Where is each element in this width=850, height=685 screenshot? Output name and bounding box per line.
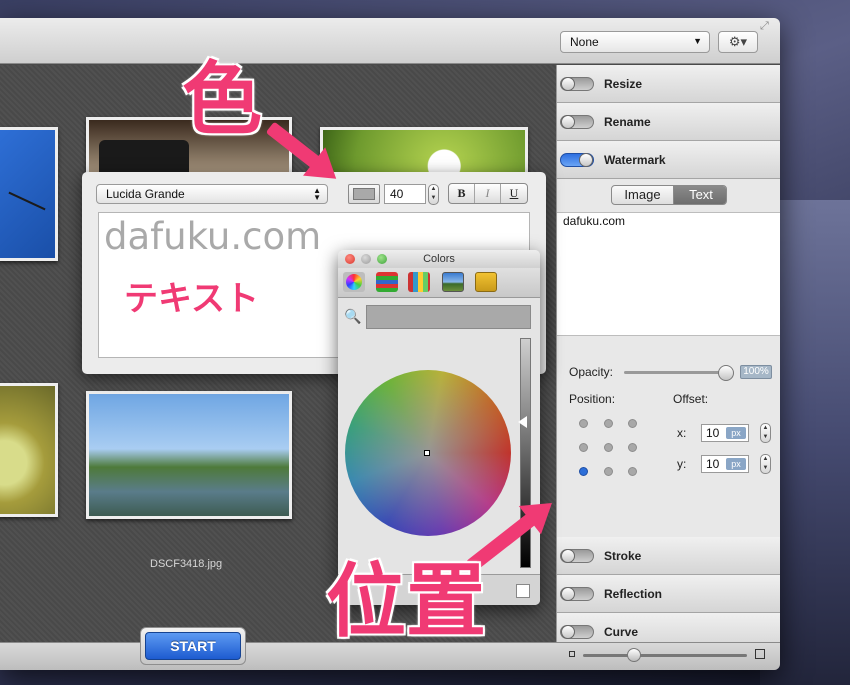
image-palettes-tab-icon[interactable] [442, 272, 464, 292]
font-size-stepper[interactable]: ▲ ▼ [428, 184, 439, 205]
thumbnail-filename: DSCF3418.jpg [150, 558, 223, 570]
section-label: Reflection [604, 587, 663, 601]
stroke-toggle[interactable] [560, 549, 594, 563]
opacity-slider[interactable] [624, 365, 734, 381]
text-annotation: テキスト [124, 279, 259, 319]
section-rename[interactable]: Rename [557, 103, 780, 141]
thumbnail-size-slider[interactable] [569, 648, 767, 662]
brightness-knob[interactable] [518, 416, 527, 428]
preset-value: None [570, 35, 599, 49]
toggle-knob [579, 153, 593, 167]
position-top-left[interactable] [579, 419, 588, 428]
color-wheel-tab-icon[interactable] [343, 272, 365, 292]
gear-icon: ⚙▾ [728, 34, 748, 49]
opacity-label: Opacity: [569, 365, 614, 379]
position-top-center[interactable] [604, 419, 613, 428]
gear-menu-button[interactable]: ⚙▾ [718, 31, 758, 53]
chevron-down-icon: ▼ [693, 36, 702, 46]
watermark-toggle[interactable] [560, 153, 594, 167]
colors-mode-tabs [338, 268, 540, 298]
toggle-knob [561, 77, 575, 91]
watermark-mode-control: Image Text [611, 185, 727, 205]
resize-toggle[interactable] [560, 77, 594, 91]
offset-label: Offset: [673, 392, 709, 406]
text-style-buttons: B I U [448, 183, 528, 204]
toggle-knob [561, 625, 575, 639]
slider-knob[interactable] [718, 365, 734, 381]
colors-title: Colors [423, 253, 455, 265]
color-annotation: 色 [182, 53, 262, 146]
mode-text-button[interactable]: Text [674, 186, 726, 204]
font-family-dropdown[interactable]: Lucida Grande ▲ ▼ [96, 184, 328, 204]
position-center[interactable] [604, 443, 613, 452]
thumbnail-image[interactable] [0, 383, 58, 517]
offset-x-label: x: [677, 426, 687, 440]
colors-titlebar[interactable]: Colors [338, 250, 540, 268]
preview-text: dafuku.com [104, 215, 322, 258]
toggle-knob [561, 549, 575, 563]
position-middle-left[interactable] [579, 443, 588, 452]
offset-x-stepper[interactable]: ▲ ▼ [760, 423, 771, 443]
offset-unit-badge: px [726, 427, 746, 439]
text-color-well[interactable] [348, 184, 380, 204]
start-button[interactable]: START [145, 632, 241, 660]
current-color-bar[interactable] [366, 305, 531, 329]
position-label: Position: [569, 392, 616, 406]
magnifier-icon[interactable]: 🔍 [344, 308, 361, 324]
section-label: Stroke [604, 549, 642, 563]
color-swatch[interactable] [516, 584, 530, 598]
section-stroke[interactable]: Stroke [557, 537, 780, 575]
bold-button[interactable]: B [449, 184, 475, 203]
position-bottom-left[interactable] [579, 467, 588, 476]
position-middle-right[interactable] [628, 443, 637, 452]
offset-y-input[interactable]: 10 px [701, 455, 749, 473]
offset-y-value: 10 [706, 457, 720, 471]
fullscreen-icon[interactable]: ⤢ [760, 20, 769, 33]
watermark-settings: Image Text dafuku.com Opacity: 100% Posi… [557, 179, 780, 521]
color-swatch [353, 188, 375, 200]
rename-toggle[interactable] [560, 115, 594, 129]
position-annotation: 位置 [326, 555, 486, 648]
section-label: Curve [604, 625, 639, 639]
color-palettes-tab-icon[interactable] [408, 272, 430, 292]
slider-knob[interactable] [627, 648, 641, 662]
thumbnail-image[interactable] [86, 391, 292, 519]
preset-dropdown[interactable]: None ▼ [560, 31, 710, 53]
section-label: Resize [604, 77, 643, 91]
position-bottom-right[interactable] [628, 467, 637, 476]
italic-button[interactable]: I [475, 184, 501, 203]
offset-x-input[interactable]: 10 px [701, 424, 749, 442]
section-label: Watermark [604, 153, 666, 167]
section-label: Rename [604, 115, 651, 129]
slider-track[interactable] [583, 654, 747, 657]
font-size-input[interactable]: 40 [384, 184, 426, 204]
thumbnail-image[interactable] [0, 127, 58, 261]
toggle-knob [561, 115, 575, 129]
offset-y-stepper[interactable]: ▲ ▼ [760, 454, 771, 474]
small-size-icon [569, 651, 575, 657]
curve-toggle[interactable] [560, 625, 594, 639]
color-wheel-cursor[interactable] [424, 450, 430, 456]
color-sliders-tab-icon[interactable] [376, 272, 398, 292]
underline-button[interactable]: U [501, 184, 527, 203]
settings-sidebar: Resize Rename Watermark Image Text dafuk… [556, 65, 780, 651]
toolbar: None ▼ ⚙▾ ⤢ [0, 18, 780, 64]
offset-unit-badge: px [726, 458, 746, 470]
pencils-tab-icon[interactable] [475, 272, 497, 292]
offset-x-value: 10 [706, 426, 720, 440]
watermark-text-field[interactable]: dafuku.com [557, 212, 780, 336]
section-watermark[interactable]: Watermark [557, 141, 780, 179]
reflection-toggle[interactable] [560, 587, 594, 601]
position-bottom-center[interactable] [604, 467, 613, 476]
toggle-knob [561, 587, 575, 601]
opacity-value: 100% [740, 365, 772, 379]
mode-image-button[interactable]: Image [612, 186, 674, 204]
position-top-right[interactable] [628, 419, 637, 428]
large-size-icon [755, 649, 765, 659]
start-button-frame: START [140, 627, 246, 665]
font-family-value: Lucida Grande [106, 187, 185, 201]
offset-y-label: y: [677, 457, 687, 471]
section-resize[interactable]: Resize [557, 65, 780, 103]
section-reflection[interactable]: Reflection [557, 575, 780, 613]
